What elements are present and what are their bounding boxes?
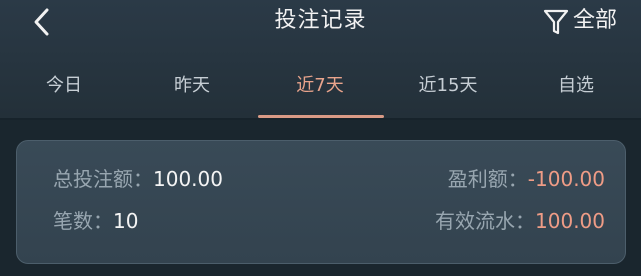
valid-flow-stat: 有效流水：100.00 (435, 207, 605, 235)
total-bet-value: 100.00 (153, 167, 223, 191)
bet-count-value: 10 (113, 209, 139, 233)
top-bar: 投注记录 全部 (0, 0, 641, 44)
date-range-tabs: 今日 昨天 近7天 近15天 自选 (0, 60, 641, 118)
filter-button[interactable]: 全部 (543, 4, 617, 38)
summary-card: 总投注额：100.00 笔数：10 盈利额：-100.00 有效流水：100.0… (16, 140, 626, 264)
tab-custom[interactable]: 自选 (512, 72, 640, 100)
filter-label: 全部 (572, 8, 617, 33)
bet-count-stat: 笔数：10 (53, 207, 138, 235)
total-bet-stat: 总投注额：100.00 (53, 165, 223, 193)
tab-last-7-days[interactable]: 近7天 (256, 72, 384, 100)
profit-stat: 盈利额：-100.00 (448, 165, 605, 193)
tab-last-15-days[interactable]: 近15天 (384, 72, 512, 100)
tab-yesterday[interactable]: 昨天 (128, 72, 256, 100)
total-bet-label: 总投注额： (53, 167, 153, 191)
bet-count-label: 笔数： (53, 209, 113, 233)
profit-value: -100.00 (527, 167, 605, 191)
funnel-icon (543, 9, 569, 35)
valid-flow-value: 100.00 (535, 209, 605, 233)
profit-label: 盈利额： (447, 167, 528, 191)
valid-flow-label: 有效流水： (435, 209, 536, 233)
bet-records-screen: 投注记录 全部 今日 昨天 近7天 近15天 自选 总投注额：100.00 笔数… (0, 0, 641, 276)
tab-today[interactable]: 今日 (0, 72, 128, 100)
